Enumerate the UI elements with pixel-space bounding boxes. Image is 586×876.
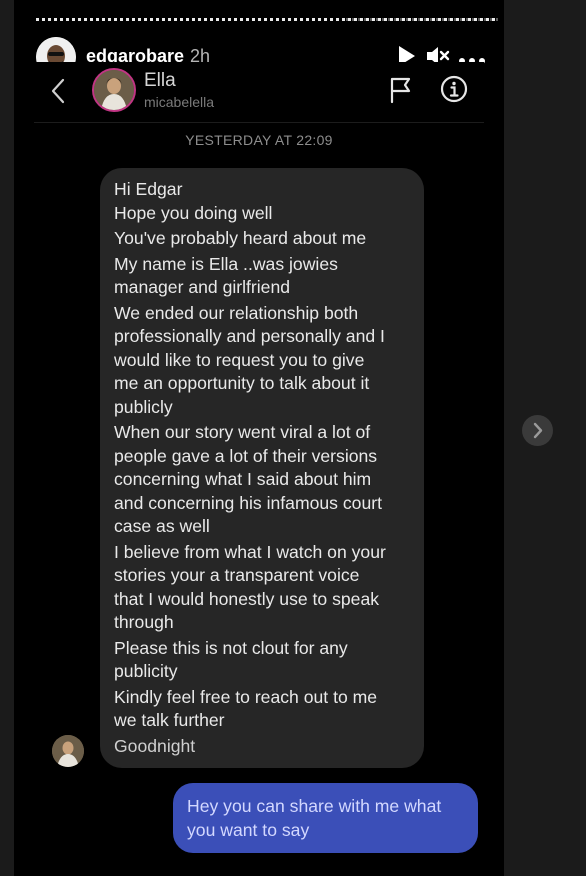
message-line: Goodnight	[114, 735, 196, 756]
message-line: concerning what I said about him	[114, 469, 372, 489]
story-progress-bar	[36, 18, 498, 21]
message-line: manager and girlfriend	[114, 277, 291, 297]
message-line: Please this is not clout for any	[114, 637, 348, 658]
date-separator: YESTERDAY AT 22:09	[185, 132, 333, 148]
message-line: would like to request you to give	[114, 349, 365, 370]
outgoing-message-bubble[interactable]: Hey you can share with me what you want …	[173, 783, 478, 853]
dm-screenshot: Ella micabelella YESTERDAY AT 22:09 Hi E…	[34, 62, 484, 876]
message-line: case as well	[114, 516, 210, 536]
message-line: I believe from what I watch on your	[114, 541, 386, 562]
message-line: people gave a lot of their versions	[114, 445, 378, 466]
flag-icon[interactable]	[388, 76, 414, 109]
message-line: and concerning his infamous court	[114, 492, 382, 513]
back-chevron-icon[interactable]	[50, 78, 66, 109]
contact-username: micabelella	[144, 94, 215, 110]
dm-header: Ella micabelella	[34, 62, 484, 123]
info-icon[interactable]	[440, 75, 468, 108]
story-progress-remaining	[345, 18, 498, 21]
message-line: we talk further	[114, 710, 225, 730]
message-line: publicly	[114, 396, 173, 417]
contact-name[interactable]: Ella	[144, 70, 176, 92]
contact-avatar[interactable]	[92, 68, 136, 112]
message-line: Hi Edgar	[114, 179, 183, 199]
message-line: that I would honestly use to speak	[114, 588, 380, 609]
message-line: We ended our relationship both	[114, 302, 359, 323]
sender-avatar[interactable]	[52, 735, 84, 767]
message-line: professionally and personally and I	[114, 326, 385, 346]
message-line: through	[114, 612, 174, 632]
chevron-right-icon	[533, 422, 543, 439]
story-viewer: edgarobare 2h Ella micabelella YESTERDAY…	[14, 0, 504, 876]
message-line: Kindly feel free to reach out to me	[114, 686, 378, 707]
message-line: me an opportunity to talk about it	[114, 373, 370, 393]
message-line: stories your a transparent voice	[114, 565, 360, 585]
message-line: you want to say	[187, 819, 310, 840]
next-story-button[interactable]	[522, 415, 553, 446]
message-line: You've probably heard about me	[114, 228, 367, 248]
message-line: When our story went viral a lot of	[114, 422, 371, 442]
message-line: Hey you can share with me what	[187, 796, 442, 816]
message-line: Hope you doing well	[114, 202, 273, 223]
message-line: publicity	[114, 661, 178, 681]
message-line: My name is Ella ..was jowies	[114, 253, 338, 274]
incoming-message-bubble[interactable]: Hi Edgar Hope you doing well You've prob…	[100, 168, 424, 768]
